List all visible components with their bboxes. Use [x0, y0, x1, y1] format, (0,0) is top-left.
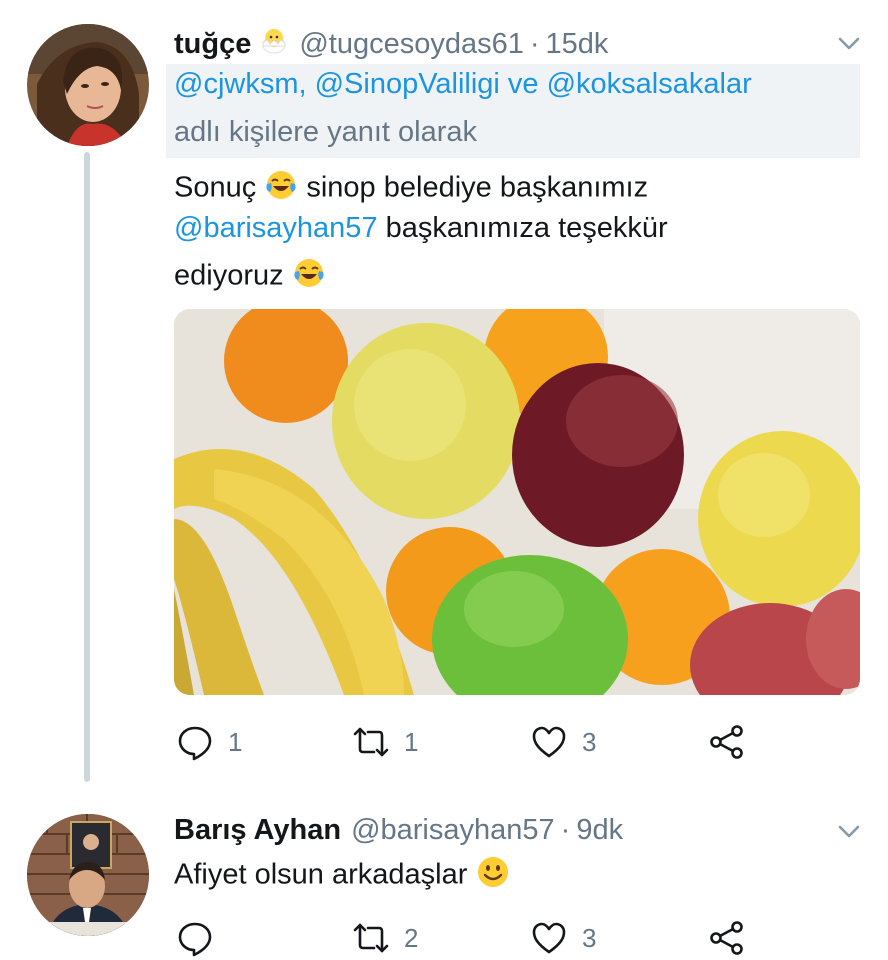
- tweet-text-content: Afiyet olsun arkadaşlar: [174, 858, 468, 891]
- reply-context-label: adlı kişilere yanıt olarak: [174, 116, 478, 148]
- heart-icon: [532, 922, 566, 954]
- tweet-text: Afiyet olsun arkadaşlar: [174, 854, 511, 898]
- retweet-count: 1: [404, 726, 419, 757]
- share-button[interactable]: [708, 722, 746, 762]
- avatar[interactable]: [27, 24, 149, 146]
- display-name[interactable]: Barış Ayhan: [174, 814, 341, 847]
- retweet-icon: [353, 923, 389, 953]
- timestamp[interactable]: 15dk: [546, 28, 609, 61]
- share-icon: [710, 921, 743, 955]
- like-button[interactable]: 3: [530, 722, 596, 762]
- reply-icon: [178, 922, 212, 957]
- tweet-header: Barış Ayhan @barisayhan57 · 9dk: [174, 810, 623, 850]
- tweet-actions: 2 3: [174, 918, 774, 958]
- user-handle[interactable]: @barisayhan57: [351, 814, 555, 847]
- like-button[interactable]: 3: [530, 918, 596, 958]
- mention-link[interactable]: @barisayhan57: [174, 212, 378, 244]
- tweet-text-line-1: Sonuç sinop belediye başkanımız: [174, 168, 648, 210]
- reply-button[interactable]: [176, 918, 228, 958]
- reply-mentions[interactable]: @cjwksm, @SinopValiligi ve @koksalsakala…: [174, 68, 752, 101]
- tweet-media-photo[interactable]: [174, 309, 860, 695]
- tweet-text-line-3: ediyoruz: [174, 256, 326, 298]
- tweet-actions: 1 1 3: [174, 722, 774, 762]
- display-name[interactable]: tuğçe: [174, 28, 251, 61]
- smiling-face-emoji-icon: [475, 854, 511, 898]
- like-count: 3: [582, 922, 597, 953]
- retweet-button[interactable]: 2: [352, 918, 418, 958]
- separator-dot: ·: [529, 27, 540, 60]
- tweet-2[interactable]: Barış Ayhan @barisayhan57 · 9dk Afiyet o…: [0, 790, 888, 960]
- tears-of-joy-emoji-icon: [292, 256, 326, 298]
- retweet-button[interactable]: 1: [352, 722, 418, 762]
- tweet-text-rest: başkanımıza teşekkür: [385, 212, 668, 244]
- heart-icon: [532, 726, 566, 758]
- tears-of-joy-emoji-icon: [264, 168, 298, 210]
- tweet-text-rest: sinop belediye başkanımız: [306, 171, 649, 204]
- tweet-text-word: Sonuç: [174, 171, 257, 204]
- like-count: 3: [582, 726, 597, 757]
- separator-dot: ·: [560, 813, 571, 846]
- chick-emoji-icon: [259, 25, 289, 63]
- share-icon: [710, 725, 743, 759]
- retweet-count: 2: [404, 922, 419, 953]
- tweet-header: tuğçe @tugcesoydas61 · 15dk: [174, 24, 608, 64]
- retweet-icon: [353, 727, 389, 757]
- user-handle[interactable]: @tugcesoydas61: [299, 28, 524, 61]
- tweet-1[interactable]: tuğçe @tugcesoydas61 · 15dk @cjwksm, @Si…: [0, 0, 888, 790]
- timestamp[interactable]: 9dk: [576, 814, 623, 847]
- tweet-text-line-2: @barisayhan57 başkanımıza teşekkür: [174, 212, 668, 245]
- reply-button[interactable]: 1: [176, 722, 242, 762]
- chevron-down-icon[interactable]: [836, 30, 862, 56]
- chevron-down-icon[interactable]: [836, 818, 862, 844]
- reply-icon: [178, 726, 212, 761]
- reply-count: 1: [228, 726, 243, 757]
- avatar[interactable]: [27, 814, 149, 936]
- share-button[interactable]: [708, 918, 746, 958]
- tweet-text-word: ediyoruz: [174, 259, 284, 292]
- fruit-photo-icon: [174, 309, 860, 695]
